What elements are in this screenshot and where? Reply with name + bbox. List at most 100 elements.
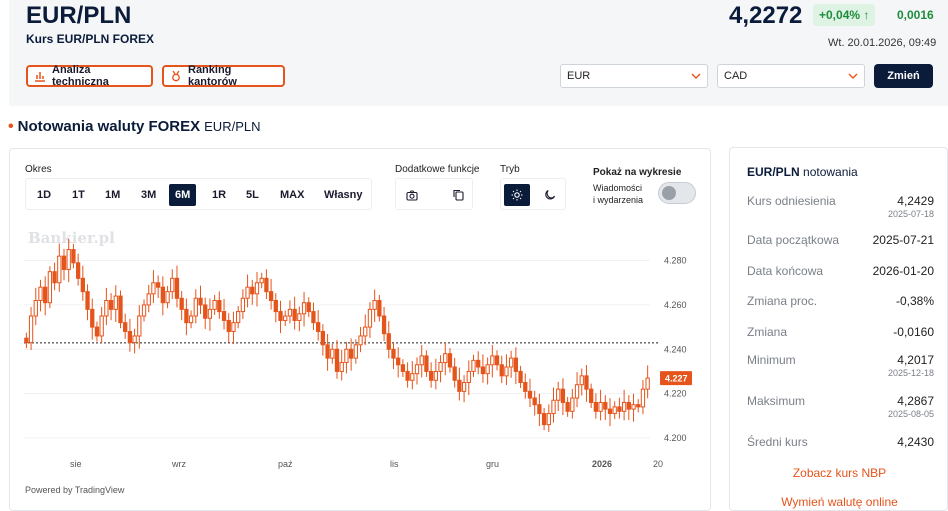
candle-up [38,286,43,301]
toggle-knob [662,186,676,200]
candle-down [184,308,189,324]
technical-analysis-label: Analiza techniczna [52,64,109,88]
candle-down [80,277,85,293]
x-tick-label: sie [70,459,82,469]
candle-up [57,255,62,284]
info-value: 4,2429 [897,194,934,208]
period-button[interactable]: 3M [135,184,162,206]
x-tick-label: 20 [653,459,663,469]
candle-down [428,370,434,381]
candle-down [593,401,599,412]
swap-currency-button[interactable]: Zmień [874,64,933,88]
pair-title: EUR/PLN [26,2,132,29]
candle-down [221,311,227,321]
candle-down [217,299,222,313]
candle-down [334,348,340,372]
candle-down [226,319,231,333]
exchange-online-link[interactable]: Wymień walutę online [730,495,948,509]
candle-up [236,311,241,324]
candle-up [113,295,118,310]
y-tick-label: 4.240 [664,344,687,354]
from-currency-select[interactable]: EUR [560,64,708,88]
to-currency-select[interactable]: CAD [717,64,865,88]
info-pair: EUR/PLN [747,165,800,179]
candle-up [207,308,213,319]
candle-down [160,286,165,304]
candle-down [405,370,410,381]
candle-down [127,331,133,344]
x-tick-label: 2026 [592,459,612,469]
candle-down [203,304,208,319]
to-currency-value: CAD [724,70,748,82]
moon-icon [545,190,556,200]
period-button[interactable]: Własny [318,184,369,206]
period-button[interactable]: MAX [274,184,310,206]
x-tick-label: gru [486,459,499,469]
candle-up [466,370,471,384]
candle-down [61,255,67,270]
chart-card: Okres 1D 1T 1M 3M 6M 1R 5L MAX Własny Do… [9,148,711,511]
candle-up [414,364,420,375]
change-absolute: 0,0016 [897,8,934,22]
candle-down [499,364,504,377]
candle-down [537,404,542,415]
candle-down [452,366,457,381]
x-tick-label: lis [390,459,399,469]
info-value: 4,2430 [897,435,934,449]
period-button[interactable]: 5L [240,184,265,206]
candle-down [480,366,486,375]
candle-up [212,299,217,310]
candle-up [287,308,293,317]
y-tick-label: 4.260 [664,300,687,310]
events-sub-news: Wiadomości [593,183,643,193]
candlestick-chart[interactable]: 4.280 4.260 4.240 4.220 4.200 4.227 sie wrz paź l… [10,224,710,480]
candle-up [146,293,151,306]
period-button-active[interactable]: 6M [169,184,197,206]
candle-down [108,299,114,310]
candle-up [551,399,556,415]
candle-up [433,370,438,381]
light-mode-button[interactable] [504,184,530,206]
candle-down [71,249,76,264]
candle-down [311,311,316,324]
info-value: -0,38% [895,294,934,308]
exchange-ranking-button[interactable]: Ranking kantorów [162,64,285,88]
period-button[interactable]: 1M [99,184,126,206]
period-button[interactable]: 1R [206,184,232,206]
candle-down [494,355,500,366]
screenshot-button[interactable] [399,184,425,206]
candle-up [419,355,424,366]
candle-up [66,249,71,270]
candle-up [231,322,236,333]
candle-down [532,397,537,406]
candle-down [123,322,128,333]
candle-up [645,377,650,390]
period-button[interactable]: 1T [66,184,91,206]
copy-button[interactable] [445,184,471,206]
candle-up [621,401,627,412]
candle-down [565,401,570,412]
info-label: Średni kurs [747,435,808,449]
candle-down [250,286,255,295]
candle-up [574,384,580,399]
candle-down [198,297,203,306]
candle-down [306,302,311,313]
dark-mode-button[interactable] [537,184,563,206]
candle-down [381,315,387,335]
candle-up [631,404,636,410]
candle-up [170,277,175,293]
info-date: 2025-08-05 [887,409,934,419]
candle-up [438,362,443,372]
candle-down [424,355,429,372]
period-button[interactable]: 1D [31,184,57,206]
mode-label: Tryb [500,164,520,175]
candle-down [391,348,396,359]
candle-up [104,299,109,317]
candle-down [541,413,547,426]
candle-down [24,337,29,344]
nbp-rate-link[interactable]: Zobacz kurs NBP [730,466,948,480]
events-toggle[interactable] [658,182,696,204]
candle-down [348,348,354,359]
info-value: 4,2867 [897,394,934,408]
technical-analysis-button[interactable]: Analiza techniczna [26,64,153,88]
